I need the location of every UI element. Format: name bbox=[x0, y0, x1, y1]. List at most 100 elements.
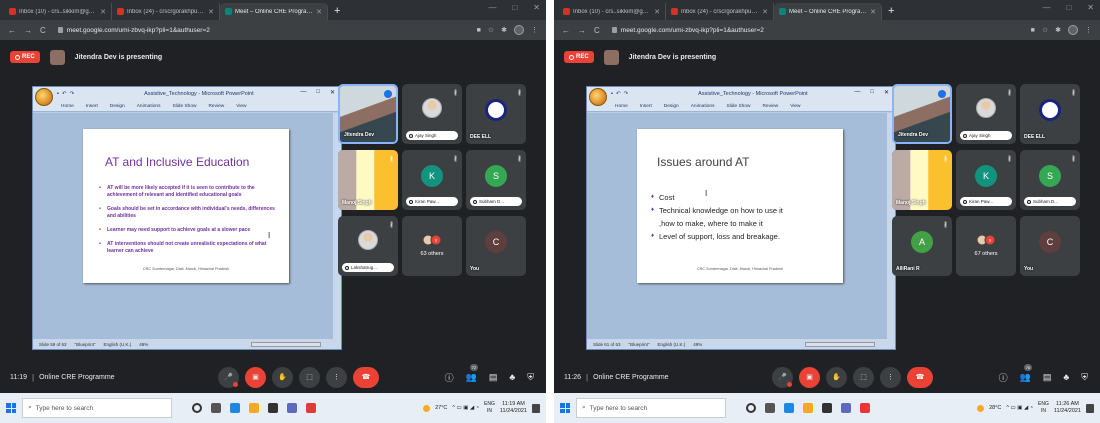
chrome-icon[interactable] bbox=[306, 403, 316, 413]
tab-close-icon[interactable]: ✕ bbox=[870, 8, 876, 16]
participant-tile[interactable]: K Kiran Paw... ∦ bbox=[402, 150, 462, 210]
participant-tile[interactable]: Lakshatrug... ∦ bbox=[338, 216, 398, 276]
participant-tile[interactable]: S 67 others bbox=[956, 216, 1016, 276]
forward-icon[interactable]: → bbox=[24, 26, 32, 35]
browser-tab[interactable]: Inbox (10) - crs..sikkim@gmail.c ✕ bbox=[558, 3, 666, 20]
tab-close-icon[interactable]: ✕ bbox=[208, 8, 214, 16]
more-options-button[interactable]: ⋮ bbox=[326, 366, 347, 388]
more-options-button[interactable]: ⋮ bbox=[880, 366, 901, 388]
cortana-icon[interactable] bbox=[746, 403, 756, 413]
activities-icon[interactable]: ♣ bbox=[509, 372, 515, 382]
file-explorer-icon[interactable] bbox=[803, 403, 813, 413]
windows-start-icon[interactable] bbox=[560, 403, 570, 413]
tab-close-icon[interactable]: ✕ bbox=[316, 8, 322, 16]
store-icon[interactable] bbox=[822, 403, 832, 413]
new-tab-button[interactable]: + bbox=[328, 3, 346, 20]
participant-tile[interactable]: A AlliRani R ∦ bbox=[892, 216, 952, 276]
chrome-icon[interactable] bbox=[860, 403, 870, 413]
meeting-info-icon[interactable]: ⓘ bbox=[999, 371, 1008, 384]
host-controls-icon[interactable]: ⛨ bbox=[1081, 372, 1088, 383]
browser-tab[interactable]: Meet – Online CRE Programm ✕ bbox=[774, 3, 882, 20]
extensions-icon[interactable]: ✱ bbox=[1055, 26, 1061, 34]
host-controls-icon[interactable]: ⛨ bbox=[527, 372, 534, 383]
browser-tab[interactable]: Inbox (24) - crscrgorakhpur202 ✕ bbox=[666, 3, 774, 20]
people-icon[interactable]: 👥 76 bbox=[1020, 363, 1033, 383]
taskbar-clock[interactable]: 11:26 AM 11/24/2021 bbox=[1054, 401, 1081, 415]
windows-start-icon[interactable] bbox=[6, 403, 16, 413]
close-window-icon[interactable]: ✕ bbox=[1087, 3, 1094, 12]
bookmark-star-icon[interactable]: ☆ bbox=[1042, 26, 1048, 34]
participant-tile[interactable]: C You bbox=[466, 216, 526, 276]
participant-tile[interactable]: Manoj Singh ∦ bbox=[338, 150, 398, 210]
teams-icon[interactable] bbox=[841, 403, 851, 413]
teams-icon[interactable] bbox=[287, 403, 297, 413]
cortana-icon[interactable] bbox=[192, 403, 202, 413]
mic-toggle-button[interactable]: 🎤 bbox=[772, 366, 793, 388]
chrome-menu-icon[interactable]: ⋮ bbox=[531, 26, 538, 34]
tray-icons[interactable]: ^ ▭ ▣ ◢ ◔ bbox=[452, 405, 479, 411]
reload-icon[interactable]: C bbox=[594, 26, 600, 35]
camera-off-button[interactable]: ▣ bbox=[799, 366, 820, 388]
edge-icon[interactable] bbox=[784, 403, 794, 413]
raise-hand-button[interactable]: ✋ bbox=[272, 366, 293, 388]
browser-tab[interactable]: Inbox (24) - crscrgorakhpur202 ✕ bbox=[112, 3, 220, 20]
back-icon[interactable]: ← bbox=[8, 26, 16, 35]
present-button[interactable]: ⬚ bbox=[853, 366, 874, 388]
notifications-icon[interactable] bbox=[532, 403, 540, 413]
participant-tile[interactable]: Ajay Singh ∦ bbox=[402, 84, 462, 144]
presentation-stage[interactable]: ▪ ↶ ↷ Assistive_Technology - Microsoft Powe… bbox=[586, 86, 896, 350]
people-icon[interactable]: 👥 72 bbox=[466, 363, 479, 383]
minimize-icon[interactable]: — bbox=[488, 3, 496, 12]
tray-icons[interactable]: ^ ▭ ▣ ◢ ◔ bbox=[1006, 405, 1033, 411]
url-field[interactable]: meet.google.com/umi-zbvq-ikp?pli=1&authu… bbox=[53, 23, 469, 37]
participant-tile[interactable]: Manoj Singh ∦ bbox=[892, 150, 952, 210]
participant-tile[interactable]: DEE ELL ∦ bbox=[466, 84, 526, 144]
maximize-icon[interactable]: □ bbox=[1066, 3, 1071, 12]
mic-toggle-button[interactable]: 🎤 bbox=[218, 366, 239, 388]
taskbar-clock[interactable]: 11:19 AM 11/24/2021 bbox=[500, 401, 527, 415]
activities-icon[interactable]: ♣ bbox=[1063, 372, 1069, 382]
participant-tile[interactable]: DEE ELL ∦ bbox=[1020, 84, 1080, 144]
chat-icon[interactable]: ▤ bbox=[489, 372, 498, 383]
notifications-icon[interactable] bbox=[1086, 403, 1094, 413]
participant-tile[interactable]: K Kiran Paw... ∦ bbox=[956, 150, 1016, 210]
bookmark-star-icon[interactable]: ☆ bbox=[488, 26, 494, 34]
end-call-button[interactable]: ☎ bbox=[907, 366, 933, 388]
participant-tile[interactable]: Jitendra Dev bbox=[892, 84, 952, 144]
chrome-menu-icon[interactable]: ⋮ bbox=[1085, 26, 1092, 34]
participant-tile[interactable]: Jitendra Dev bbox=[338, 84, 398, 144]
camera-permission-icon[interactable]: ■ bbox=[1031, 27, 1035, 34]
forward-icon[interactable]: → bbox=[578, 26, 586, 35]
raise-hand-button[interactable]: ✋ bbox=[826, 366, 847, 388]
input-language[interactable]: ENG IN bbox=[484, 401, 495, 415]
close-window-icon[interactable]: ✕ bbox=[533, 3, 540, 12]
tab-close-icon[interactable]: ✕ bbox=[762, 8, 768, 16]
minimize-icon[interactable]: — bbox=[1042, 3, 1050, 12]
new-tab-button[interactable]: + bbox=[882, 3, 900, 20]
end-call-button[interactable]: ☎ bbox=[353, 366, 379, 388]
browser-tab[interactable]: Inbox (10) - crs..sikkim@gmail.c ✕ bbox=[4, 3, 112, 20]
store-icon[interactable] bbox=[268, 403, 278, 413]
taskbar-search-input[interactable]: ⌕ Type here to search bbox=[576, 398, 726, 418]
meeting-info-icon[interactable]: ⓘ bbox=[445, 371, 454, 384]
profile-avatar-icon[interactable] bbox=[514, 25, 524, 35]
camera-off-button[interactable]: ▣ bbox=[245, 366, 266, 388]
maximize-icon[interactable]: □ bbox=[512, 3, 517, 12]
participant-tile[interactable]: S Subham D... ∦ bbox=[1020, 150, 1080, 210]
present-button[interactable]: ⬚ bbox=[299, 366, 320, 388]
camera-permission-icon[interactable]: ■ bbox=[477, 27, 481, 34]
participant-tile[interactable]: Ajay Singh ∦ bbox=[956, 84, 1016, 144]
participant-tile[interactable]: C You bbox=[1020, 216, 1080, 276]
participant-tile[interactable]: S 63 others bbox=[402, 216, 462, 276]
browser-tab[interactable]: Meet – Online CRE Programm ✕ bbox=[220, 3, 328, 20]
chat-icon[interactable]: ▤ bbox=[1043, 372, 1052, 383]
file-explorer-icon[interactable] bbox=[249, 403, 259, 413]
input-language[interactable]: ENG IN bbox=[1038, 401, 1049, 415]
tab-close-icon[interactable]: ✕ bbox=[654, 8, 660, 16]
back-icon[interactable]: ← bbox=[562, 26, 570, 35]
profile-avatar-icon[interactable] bbox=[1068, 25, 1078, 35]
task-view-icon[interactable] bbox=[765, 403, 775, 413]
presentation-stage[interactable]: ▪ ↶ ↷ Assistive_Technology - Microsoft Powe… bbox=[32, 86, 342, 350]
reload-icon[interactable]: C bbox=[40, 26, 46, 35]
task-view-icon[interactable] bbox=[211, 403, 221, 413]
